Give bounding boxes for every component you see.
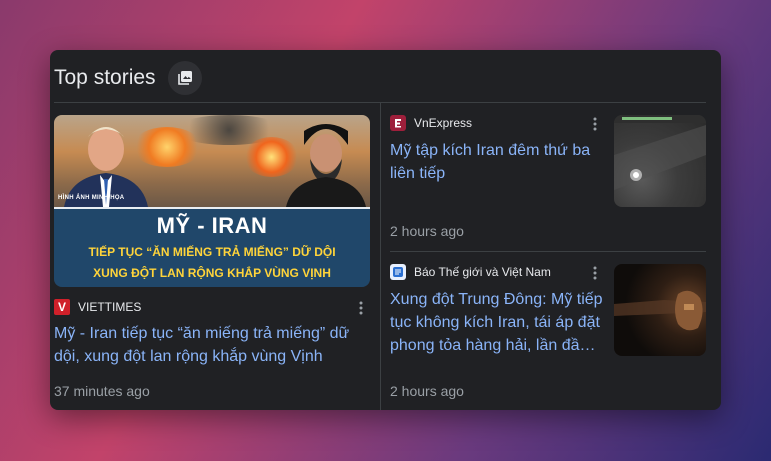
source-name: VIETTIMES (78, 300, 142, 314)
right-story-2-source: Báo Thế giới và Việt Nam (390, 264, 551, 280)
left-story-source: V VIETTIMES (54, 299, 141, 315)
column-divider (380, 103, 381, 410)
headline-line: liên tiếp (390, 165, 446, 182)
source-name: Báo Thế giới và Việt Nam (414, 265, 551, 279)
right-story-1-headline[interactable]: Mỹ tập kích Iran đêm thứ ba liên tiếp (390, 139, 605, 185)
aerial-photo-shape (614, 115, 706, 190)
top-stories-header: Top stories (54, 58, 202, 98)
headline-line: dội, xung đột lan rộng khắp vùng Vịnh (54, 348, 323, 365)
headline-line: Xung đột Trung Đông: Mỹ tiếp (390, 291, 603, 308)
more-vert-icon (593, 117, 597, 131)
person-left-figure (64, 127, 148, 207)
left-story-headline[interactable]: Mỹ - Iran tiếp tục “ăn miếng trả miếng” … (54, 322, 374, 368)
image-subtitle-1: TIẾP TỤC “ĂN MIẾNG TRẢ MIẾNG” DỮ DỘI (88, 245, 336, 259)
baoquocte-logo-icon (390, 264, 406, 280)
image-title: MỸ - IRAN (156, 213, 268, 238)
image-caption: HÌNH ẢNH MINH HỌA (58, 195, 125, 201)
featured-story-image[interactable]: HÌNH ẢNH MINH HỌA MỸ - IRAN TIẾP TỤC “ĂN… (54, 115, 370, 287)
right-story-1-thumbnail[interactable] (614, 115, 706, 207)
right-story-1-source: VnExpress (390, 115, 472, 131)
headline-line: Mỹ tập kích Iran đêm thứ ba (390, 142, 591, 159)
left-story-time: 37 minutes ago (54, 383, 150, 399)
more-vert-icon (359, 301, 363, 315)
vnexpress-logo-icon (390, 115, 406, 131)
image-subtitle-2: XUNG ĐỘT LAN RỘNG KHẮP VÙNG VỊNH (93, 266, 331, 280)
right-story-2-time: 2 hours ago (390, 383, 464, 399)
viettimes-logo-icon: V (54, 299, 70, 315)
more-stories-button[interactable] (167, 61, 202, 95)
top-stories-panel: Top stories HÌNH ẢNH MINH HỌA MỸ - IRAN … (50, 50, 721, 410)
more-options-button[interactable] (587, 265, 603, 281)
right-story-1-time: 2 hours ago (390, 223, 464, 239)
right-story-2-thumbnail[interactable] (614, 264, 706, 356)
right-story-2-headline[interactable]: Xung đột Trung Đông: Mỹ tiếp tục không k… (390, 288, 605, 357)
person-right-figure (286, 124, 366, 207)
source-name: VnExpress (414, 116, 473, 130)
story-divider (390, 251, 706, 252)
more-options-button[interactable] (587, 116, 603, 132)
headline-line: tục không kích Iran, tái áp đặt (390, 314, 600, 331)
headline-line: Mỹ - Iran tiếp tục “ăn miếng trả miếng” … (54, 325, 350, 342)
more-vert-icon (593, 266, 597, 280)
headline-line: phong tỏa hàng hải, lần đầ… (390, 337, 596, 354)
collections-icon (177, 71, 192, 85)
section-title: Top stories (54, 66, 156, 89)
more-options-button[interactable] (353, 300, 369, 316)
night-ship-photo-shape (614, 290, 706, 331)
